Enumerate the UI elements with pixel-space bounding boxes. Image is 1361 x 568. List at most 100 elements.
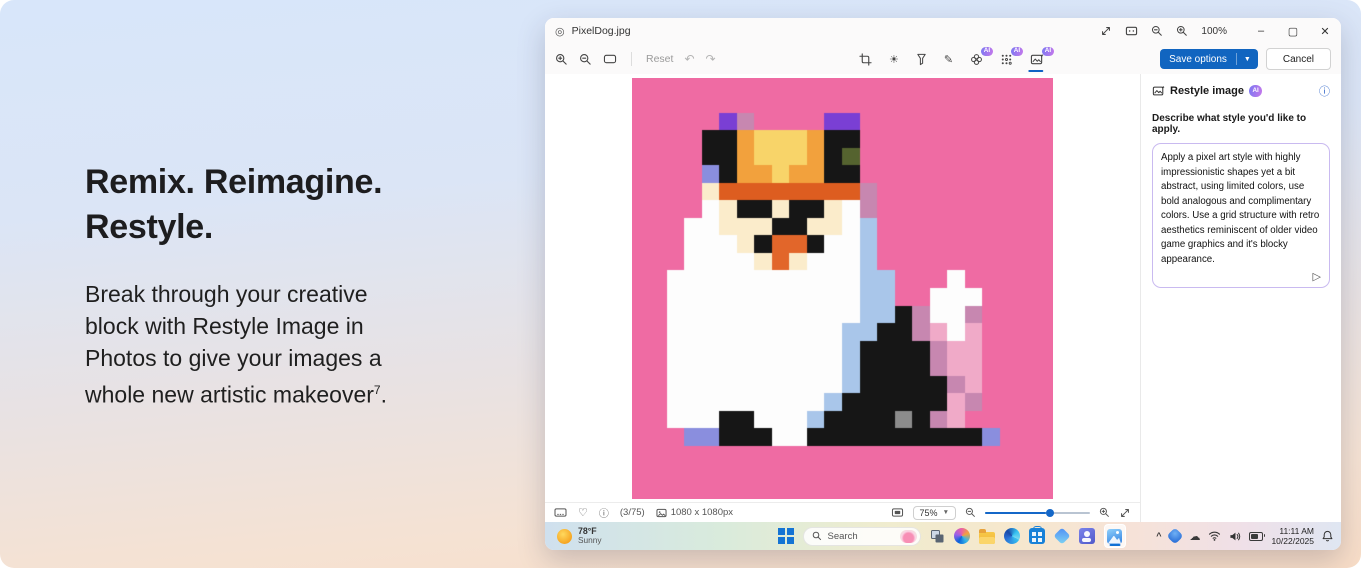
search-placeholder: Search xyxy=(828,531,894,542)
crop-icon[interactable] xyxy=(859,53,872,66)
footnote-marker: 7 xyxy=(374,383,381,397)
close-button[interactable]: ✕ xyxy=(1309,18,1341,44)
slider-zoom-in-icon[interactable] xyxy=(1099,507,1110,518)
canvas-zoom-in-icon[interactable] xyxy=(555,53,568,66)
taskbar: 78°F Sunny Search xyxy=(545,522,1341,550)
photos-taskbar-icon[interactable] xyxy=(1104,524,1126,548)
tray-time: 11:11 AM xyxy=(1279,526,1314,536)
task-view-icon[interactable] xyxy=(930,529,945,544)
desktop-screenshot: ◎ PixelDog.jpg 100% – ▢ ✕ xyxy=(545,18,1341,550)
tray-app-icon[interactable] xyxy=(1167,528,1184,545)
style-prompt-text[interactable]: Apply a pixel art style with highly impr… xyxy=(1161,151,1321,267)
save-options-label: Save options xyxy=(1160,54,1236,65)
image-counter: (3/75) xyxy=(620,507,645,518)
image-size-icon xyxy=(656,508,667,518)
describe-label: Describe what style you'd like to apply. xyxy=(1152,113,1330,135)
onedrive-icon[interactable]: ☁ xyxy=(1189,530,1200,543)
search-box[interactable]: Search xyxy=(803,527,921,546)
zoom-percent-dropdown[interactable]: 75% ▼ xyxy=(913,506,956,520)
active-app-indicator xyxy=(1109,544,1120,547)
style-prompt-input[interactable]: Apply a pixel art style with highly impr… xyxy=(1152,143,1330,288)
adjustments-icon[interactable]: ☀ xyxy=(889,53,899,66)
hero-body-text: Break through your creative block with R… xyxy=(85,281,382,408)
teams-icon[interactable] xyxy=(1079,528,1095,544)
zoom-in-icon[interactable] xyxy=(1176,25,1188,37)
cancel-button[interactable]: Cancel xyxy=(1266,48,1331,70)
filter-icon[interactable] xyxy=(916,53,927,66)
fit-to-window-icon[interactable] xyxy=(603,53,617,65)
zoom-level[interactable]: 100% xyxy=(1201,26,1227,37)
favorite-icon[interactable]: ♡ xyxy=(578,506,588,519)
slider-zoom-out-icon[interactable] xyxy=(965,507,976,518)
fullscreen-toggle-icon[interactable] xyxy=(1119,507,1131,519)
panel-title: Restyle image xyxy=(1170,85,1244,97)
chevron-down-icon: ▼ xyxy=(943,509,949,516)
file-explorer-icon[interactable] xyxy=(979,532,995,544)
zoom-slider-thumb[interactable] xyxy=(1046,509,1054,517)
panel-info-icon[interactable]: ⓘ xyxy=(1319,83,1330,99)
clock[interactable]: 11:11 AM 10/22/2025 xyxy=(1271,526,1314,546)
sun-icon xyxy=(557,529,572,544)
filmstrip-toggle-icon[interactable] xyxy=(554,507,567,518)
search-highlight-image[interactable] xyxy=(900,530,917,543)
save-options-chevron-icon[interactable]: ▼ xyxy=(1237,56,1258,63)
weather-widget[interactable]: 78°F Sunny xyxy=(557,522,602,550)
ai-badge: AI xyxy=(1042,47,1054,56)
ai-erase-button[interactable]: AI xyxy=(970,53,983,66)
reset-button[interactable]: Reset xyxy=(646,53,673,65)
window-title: PixelDog.jpg xyxy=(572,25,631,37)
minimize-button[interactable]: – xyxy=(1245,18,1277,44)
undo-icon[interactable]: ↶ xyxy=(684,52,694,66)
system-tray: ^ ☁ 11:11 AM 10/22/2025 xyxy=(1156,522,1333,550)
zoom-percent-value: 75% xyxy=(920,508,938,518)
info-icon[interactable]: ⓘ xyxy=(599,505,609,520)
toolbar: Reset ↶ ↷ ☀ ✎ AI AI xyxy=(545,44,1341,74)
phone-link-icon[interactable] xyxy=(1054,528,1070,544)
fit-screen-icon[interactable] xyxy=(891,507,904,518)
image-canvas-area xyxy=(545,74,1140,502)
restyle-image-icon xyxy=(1030,53,1044,66)
fullscreen-icon[interactable] xyxy=(1100,25,1112,37)
search-icon xyxy=(812,531,822,541)
ai-relight-button[interactable]: AI xyxy=(1000,53,1013,66)
microsoft-store-icon[interactable] xyxy=(1029,528,1045,544)
restyle-image-button[interactable]: AI xyxy=(1030,53,1044,66)
save-options-button[interactable]: Save options ▼ xyxy=(1160,49,1258,69)
panel-header: Restyle image AI ⓘ xyxy=(1152,83,1330,99)
notifications-bell-icon[interactable] xyxy=(1322,530,1333,542)
photos-app-icon: ◎ xyxy=(555,25,565,38)
zoom-slider[interactable] xyxy=(985,508,1090,518)
photos-icon-glyph xyxy=(1107,529,1122,544)
zoom-out-icon[interactable] xyxy=(1151,25,1163,37)
image-dimensions: 1080 x 1080px xyxy=(671,507,733,518)
redo-icon[interactable]: ↷ xyxy=(706,52,716,66)
pixel-dog-image xyxy=(632,78,1053,499)
ai-badge: AI xyxy=(1011,47,1023,56)
cancel-label: Cancel xyxy=(1283,54,1314,65)
hidden-icons-chevron[interactable]: ^ xyxy=(1156,531,1161,541)
start-button[interactable] xyxy=(778,528,794,544)
hero-text-block: Remix. Reimagine. Restyle. Break through… xyxy=(85,160,425,411)
restyle-panel-icon xyxy=(1152,85,1165,97)
maximize-button[interactable]: ▢ xyxy=(1277,18,1309,44)
wifi-icon[interactable] xyxy=(1208,531,1221,541)
battery-icon[interactable] xyxy=(1249,532,1263,541)
hero-body-period: . xyxy=(381,382,387,408)
copilot-icon[interactable] xyxy=(954,528,970,544)
zoom-slider-fill xyxy=(985,512,1046,514)
send-icon[interactable]: ▷ xyxy=(1313,270,1321,283)
window-content: ♡ ⓘ (3/75) 1080 x 1080px 75% ▼ xyxy=(545,74,1341,522)
markup-icon[interactable]: ✎ xyxy=(944,53,953,66)
marketing-page: Remix. Reimagine. Restyle. Break through… xyxy=(0,0,1361,568)
headline-line1: Remix. Reimagine. xyxy=(85,163,382,201)
volume-icon[interactable] xyxy=(1229,531,1241,542)
ai-badge: AI xyxy=(981,47,993,56)
titlebar: ◎ PixelDog.jpg 100% – ▢ ✕ xyxy=(545,18,1341,44)
hero-headline: Remix. Reimagine. Restyle. xyxy=(85,160,425,250)
edge-browser-icon[interactable] xyxy=(1004,528,1020,544)
canvas-zoom-out-icon[interactable] xyxy=(579,53,592,66)
photos-app-window: ◎ PixelDog.jpg 100% – ▢ ✕ xyxy=(545,18,1341,522)
slideshow-icon[interactable] xyxy=(1125,25,1138,37)
hero-body: Break through your creative block with R… xyxy=(85,278,425,411)
toolbar-divider xyxy=(631,52,632,66)
